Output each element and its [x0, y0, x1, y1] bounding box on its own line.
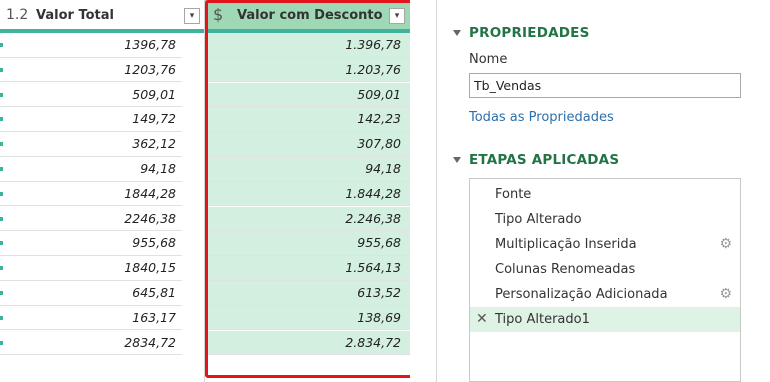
table-row: 362,12 307,80	[0, 132, 410, 157]
table-row: 1203,76 1.203,76	[0, 57, 410, 83]
table-row: 509,01 509,01	[0, 82, 410, 108]
cell-valor-total[interactable]: 1203,76	[0, 58, 182, 83]
cell-valor-com-desconto[interactable]: 2.834,72	[205, 330, 410, 356]
collapse-triangle-icon[interactable]	[453, 157, 461, 163]
applied-step-item[interactable]: Personalização Adicionada ⚙	[470, 282, 740, 307]
table-row: 1396,78 1.396,78	[0, 33, 410, 58]
section-title-applied-steps: ETAPAS APLICADAS	[469, 152, 620, 168]
delete-step-icon[interactable]: ✕	[476, 307, 488, 332]
cell-valor-total[interactable]: 163,17	[0, 306, 182, 331]
collapse-triangle-icon[interactable]	[453, 30, 461, 36]
column-title-valor-total: Valor Total	[36, 8, 114, 23]
cell-valor-total[interactable]: 2246,38	[0, 207, 182, 232]
data-grid: 1.2 Valor Total ▾ $ Valor com Desconto ▾…	[0, 0, 410, 382]
applied-steps-list: Fonte Tipo Alterado Multiplicação Inserida…	[469, 178, 741, 382]
cell-valor-total[interactable]: 2834,72	[0, 331, 182, 356]
column-title-valor-com-desconto: Valor com Desconto	[237, 8, 383, 23]
filter-dropdown-icon[interactable]: ▾	[184, 8, 200, 24]
filter-dropdown-icon[interactable]: ▾	[389, 8, 405, 24]
cell-valor-com-desconto[interactable]: 1.396,78	[205, 33, 410, 58]
table-row: 1844,28 1.844,28	[0, 181, 410, 207]
cell-valor-total[interactable]: 645,81	[0, 281, 182, 306]
table-row: 955,68 955,68	[0, 231, 410, 256]
table-row: 149,72 142,23	[0, 107, 410, 132]
cell-valor-com-desconto[interactable]: 138,69	[205, 305, 410, 331]
column-header-valor-total[interactable]: 1.2 Valor Total ▾	[0, 0, 205, 33]
gear-icon[interactable]: ⚙	[719, 282, 732, 307]
applied-step-item[interactable]: Multiplicação Inserida ⚙	[470, 232, 740, 257]
cell-valor-com-desconto[interactable]: 2.246,38	[205, 206, 410, 232]
currency-type-icon[interactable]: $	[213, 5, 223, 24]
table-row: 1840,15 1.564,13	[0, 256, 410, 281]
applied-step-item[interactable]: ✕ Tipo Alterado1	[470, 307, 740, 332]
cell-valor-com-desconto[interactable]: 94,18	[205, 157, 410, 182]
cell-valor-com-desconto[interactable]: 1.203,76	[205, 57, 410, 83]
applied-step-label: Tipo Alterado1	[495, 312, 590, 327]
cell-valor-total[interactable]: 1844,28	[0, 182, 182, 207]
cell-valor-com-desconto[interactable]: 1.564,13	[205, 256, 410, 281]
applied-step-label: Fonte	[495, 187, 532, 202]
applied-step-item[interactable]: Colunas Renomeadas	[470, 257, 740, 282]
decimal-type-icon[interactable]: 1.2	[6, 7, 28, 23]
cell-valor-com-desconto[interactable]: 307,80	[205, 132, 410, 157]
table-row: 2834,72 2.834,72	[0, 330, 410, 356]
applied-step-label: Personalização Adicionada	[495, 287, 668, 302]
applied-step-label: Colunas Renomeadas	[495, 262, 636, 277]
table-row: 94,18 94,18	[0, 157, 410, 182]
cell-valor-total[interactable]: 509,01	[0, 83, 182, 108]
query-settings-panel: PROPRIEDADES Nome Todas as Propriedades …	[436, 0, 770, 382]
query-name-input[interactable]	[469, 73, 741, 98]
all-properties-link[interactable]: Todas as Propriedades	[469, 110, 614, 125]
cell-valor-com-desconto[interactable]: 955,68	[205, 231, 410, 256]
cell-valor-total[interactable]: 955,68	[0, 231, 182, 256]
name-label: Nome	[469, 52, 508, 67]
gear-icon[interactable]: ⚙	[719, 232, 732, 257]
section-title-properties: PROPRIEDADES	[469, 25, 590, 41]
cell-valor-com-desconto[interactable]: 509,01	[205, 82, 410, 108]
applied-step-label: Multiplicação Inserida	[495, 237, 637, 252]
cell-valor-total[interactable]: 149,72	[0, 107, 182, 132]
applied-step-item[interactable]: Fonte	[470, 182, 740, 207]
applied-step-item[interactable]: Tipo Alterado	[470, 207, 740, 232]
table-row: 645,81 613,52	[0, 281, 410, 306]
table-row: 2246,38 2.246,38	[0, 206, 410, 232]
applied-step-label: Tipo Alterado	[495, 212, 582, 227]
cell-valor-com-desconto[interactable]: 613,52	[205, 281, 410, 306]
cell-valor-total[interactable]: 1396,78	[0, 33, 182, 58]
cell-valor-total[interactable]: 1840,15	[0, 256, 182, 281]
cell-valor-com-desconto[interactable]: 1.844,28	[205, 181, 410, 207]
cell-valor-total[interactable]: 94,18	[0, 157, 182, 182]
column-header-valor-com-desconto[interactable]: $ Valor com Desconto ▾	[205, 0, 410, 33]
cell-valor-com-desconto[interactable]: 142,23	[205, 107, 410, 132]
table-row: 163,17 138,69	[0, 305, 410, 331]
cell-valor-total[interactable]: 362,12	[0, 132, 182, 157]
